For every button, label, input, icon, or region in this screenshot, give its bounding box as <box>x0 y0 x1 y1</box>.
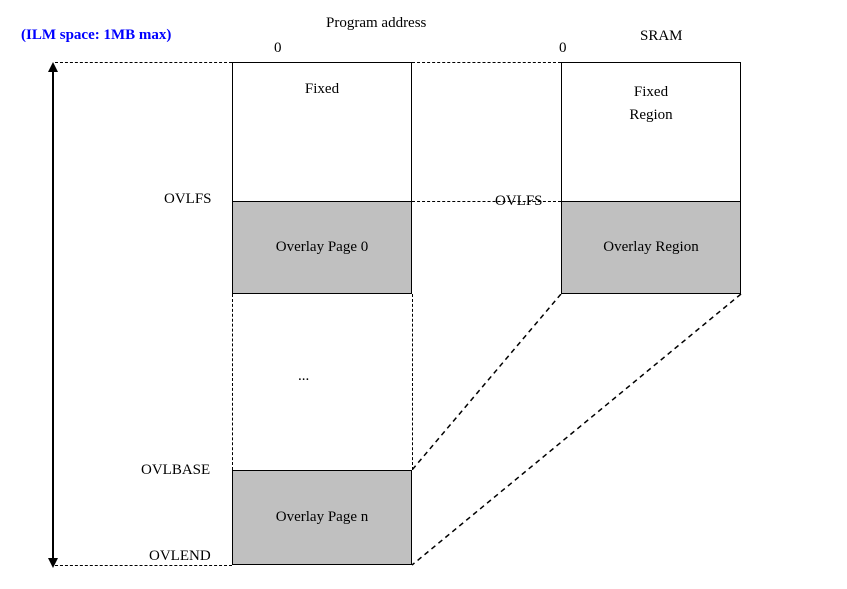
dashed-top-between <box>412 62 561 63</box>
overlay-region-box: Overlay Region <box>561 201 741 294</box>
overlay-page-n-label: Overlay Page n <box>276 509 368 526</box>
overlay-region-label: Overlay Region <box>603 239 698 256</box>
fixed-region-label: FixedRegion <box>629 81 672 126</box>
ellipsis-label: ... <box>298 368 309 385</box>
overlay-page-0-box: Overlay Page 0 <box>232 201 412 294</box>
sram-header: SRAM <box>640 28 683 45</box>
dashed-ovlfs-between <box>412 201 561 202</box>
fixed-region-box: FixedRegion <box>561 62 741 202</box>
program-address-header: Program address <box>326 15 426 32</box>
zero-left: 0 <box>274 40 282 57</box>
range-arrow-head-down <box>48 558 58 568</box>
dashed-bottom-connector <box>55 565 232 566</box>
dashed-top-connector <box>55 62 232 63</box>
ovlbase-label: OVLBASE <box>141 462 210 479</box>
range-arrow-line <box>52 70 54 560</box>
dashed-mid-vertical <box>412 294 413 470</box>
overlay-page-n-box: Overlay Page n <box>232 470 412 565</box>
fixed-label: Fixed <box>305 81 339 98</box>
dashed-far-right-slant-svg <box>412 294 744 569</box>
overlay-page-0-label: Overlay Page 0 <box>276 239 368 256</box>
dashed-left-slant <box>232 294 233 470</box>
ovlend-label: OVLEND <box>149 548 211 565</box>
fixed-box: Fixed <box>232 62 412 202</box>
ovlfs-left-label: OVLFS <box>164 191 212 208</box>
zero-right: 0 <box>559 40 567 57</box>
ilm-space-note: (ILM space: 1MB max) <box>21 27 171 44</box>
